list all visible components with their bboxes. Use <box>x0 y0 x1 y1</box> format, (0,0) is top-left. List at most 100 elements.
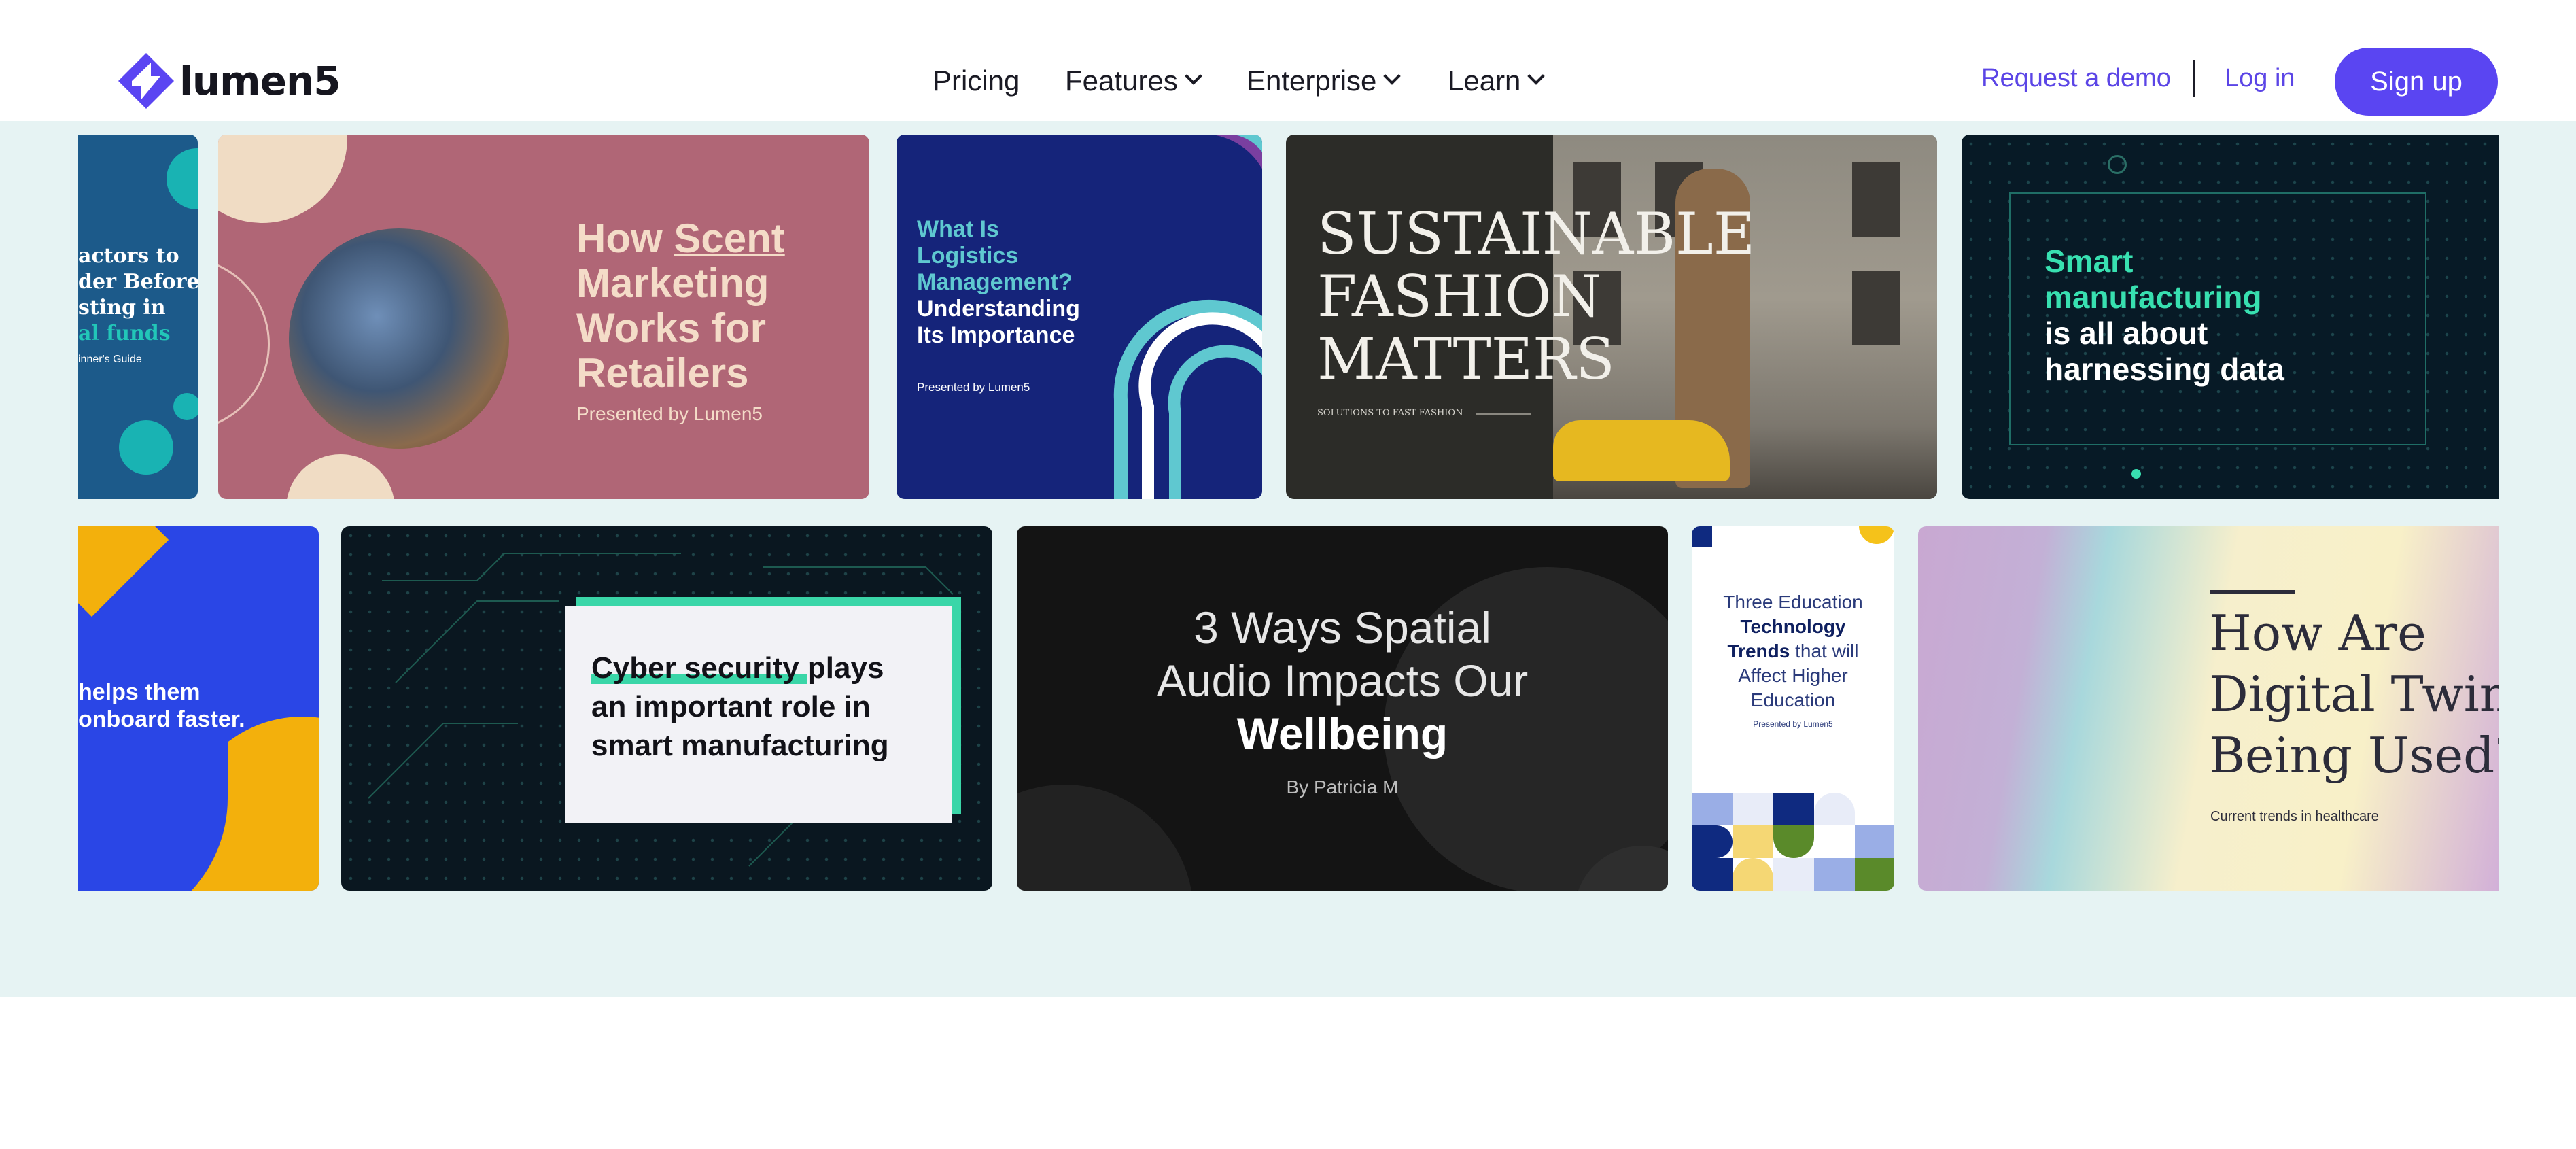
template-card-funds[interactable]: actors to der Before sting in al funds i… <box>78 135 198 499</box>
title-line: Understanding <box>917 296 1080 322</box>
title-part: plays <box>799 651 884 685</box>
nav-features-label: Features <box>1065 65 1178 97</box>
title-line: harnessing data <box>2044 351 2284 387</box>
title-line: an important role in <box>591 690 871 723</box>
title-line: onboard faster. <box>78 706 245 732</box>
template-card-digital-twins[interactable]: How Are Digital Twins Being Used? Curren… <box>1918 526 2499 891</box>
decor-circle <box>167 148 198 209</box>
card-title: Three Education Technology Trends that w… <box>1692 590 1894 713</box>
template-card-spatial-audio[interactable]: 3 Ways Spatial Audio Impacts Our Wellbei… <box>1017 526 1668 891</box>
title-rule <box>2210 590 2295 594</box>
card-title: How Are Digital Twins Being Used? <box>2209 602 2499 786</box>
title-line: How Scent <box>576 216 785 261</box>
template-card-onboard[interactable]: helps them onboard faster. <box>78 526 319 891</box>
title-line: Digital Twins <box>2209 666 2499 723</box>
title-line: Wellbeing <box>1236 708 1448 759</box>
photo-taxi <box>1553 420 1730 481</box>
title-line: Three Education <box>1723 591 1863 613</box>
chevron-down-icon <box>1527 67 1546 85</box>
decor-tile <box>1692 526 1712 547</box>
nav-learn-label: Learn <box>1448 65 1521 97</box>
card-title: How Scent Marketing Works for Retailers <box>576 216 785 396</box>
header-divider <box>2193 60 2195 97</box>
card-title: Cyber security plays an important role i… <box>591 649 889 765</box>
title-line: is all about <box>2044 315 2208 351</box>
nav-features[interactable]: Features <box>1065 57 1202 105</box>
nav-learn[interactable]: Learn <box>1448 57 1546 105</box>
card-subtitle: Presented by Lumen5 <box>917 381 1030 394</box>
decor-stripes <box>1113 135 1262 499</box>
decor-circle <box>2108 155 2127 174</box>
logo[interactable]: lumen5 <box>117 52 341 110</box>
decor-circle <box>1017 785 1194 891</box>
decor-shape <box>78 730 228 891</box>
subtitle: inner's Guide <box>78 354 142 365</box>
title-line: Being Used? <box>2209 727 2499 784</box>
title-line: Cyber security plays <box>591 649 889 687</box>
title-line: SUSTAINABLE <box>1317 201 1756 267</box>
title-line: What Is <box>917 216 999 242</box>
photo-window <box>1852 271 1900 345</box>
card-subtitle: Presented by Lumen5 <box>1753 719 1833 729</box>
title-line: Affect Higher <box>1738 665 1848 686</box>
lumen5-logo-icon <box>118 53 174 109</box>
card-subtitle: Presented by Lumen5 <box>576 403 763 424</box>
card-subtitle: SOLUTIONS TO FAST FASHION <box>1317 408 1463 418</box>
title-line: der Before <box>78 270 198 294</box>
decor-circle <box>218 135 347 223</box>
title-highlight: Cyber security <box>591 651 799 685</box>
title-line: Technology <box>1740 616 1846 637</box>
signup-button[interactable]: Sign up <box>2335 48 2498 116</box>
title-line: actors to <box>78 244 179 268</box>
title-part: that will <box>1790 640 1859 662</box>
brand-name: lumen5 <box>179 58 341 104</box>
title-line: manufacturing <box>2044 279 2262 315</box>
chevron-down-icon <box>1383 67 1402 85</box>
template-card-smart-manufacturing[interactable]: Smart manufacturing is all about harness… <box>1962 135 2499 499</box>
template-card-sustainable-fashion[interactable]: SUSTAINABLE FASHION MATTERS SOLUTIONS TO… <box>1286 135 1937 499</box>
divider <box>1476 413 1531 415</box>
title-line: smart manufacturing <box>591 729 889 762</box>
title-line: 3 Ways Spatial <box>1194 602 1491 653</box>
title-line: Trends that will <box>1692 639 1894 664</box>
title-line: FASHION <box>1317 263 1601 330</box>
template-card-cyber-security[interactable]: Cyber security plays an important role i… <box>341 526 992 891</box>
decor-pattern <box>1692 793 1894 891</box>
title-line: How Are <box>2209 604 2426 662</box>
login-link[interactable]: Log in <box>2225 64 2295 93</box>
title-line: Education <box>1750 689 1836 710</box>
card-subtitle: By Patricia M <box>1286 776 1399 798</box>
decor-dot <box>2131 469 2141 479</box>
card-title: Smart manufacturing is all about harness… <box>2044 243 2284 388</box>
card-title: helps them onboard faster. <box>78 679 245 733</box>
title-line: al funds <box>78 322 171 345</box>
title-line: Marketing <box>576 260 769 306</box>
title-line: sting in <box>78 296 166 320</box>
template-gallery: actors to der Before sting in al funds i… <box>0 121 2576 997</box>
nav-pricing[interactable]: Pricing <box>933 57 1020 105</box>
title-line: Its Importance <box>917 322 1075 348</box>
decor-circle <box>119 420 173 475</box>
title-line: Works for <box>576 305 766 351</box>
card-title: SUSTAINABLE FASHION MATTERS <box>1317 203 1755 390</box>
template-card-logistics[interactable]: What Is Logistics Management? Understand… <box>897 135 1262 499</box>
request-demo-link[interactable]: Request a demo <box>1981 64 2171 93</box>
title-line: Smart <box>2044 243 2134 279</box>
title-line: Management? <box>917 269 1073 295</box>
decor-circle <box>286 454 395 499</box>
template-card-scent-marketing[interactable]: How Scent Marketing Works for Retailers … <box>218 135 869 499</box>
card-title: 3 Ways Spatial Audio Impacts Our Wellbei… <box>1017 601 1668 760</box>
nav-enterprise[interactable]: Enterprise <box>1247 57 1402 105</box>
title-highlight: Trends <box>1727 640 1790 662</box>
template-card-education-trends[interactable]: Three Education Technology Trends that w… <box>1692 526 1894 891</box>
nav-pricing-label: Pricing <box>933 65 1020 97</box>
card-title: What Is Logistics Management? Understand… <box>917 216 1080 349</box>
title-line: Audio Impacts Our <box>1156 655 1529 706</box>
decor-ring <box>218 257 270 431</box>
title-line: MATTERS <box>1317 326 1615 392</box>
title-part: How <box>576 216 674 261</box>
card-subtitle: Current trends in healthcare <box>2210 809 2379 824</box>
site-header: lumen5 Pricing Features Enterprise Learn… <box>0 0 2576 121</box>
title-line: Logistics <box>917 243 1019 269</box>
decor-shape <box>78 526 169 617</box>
